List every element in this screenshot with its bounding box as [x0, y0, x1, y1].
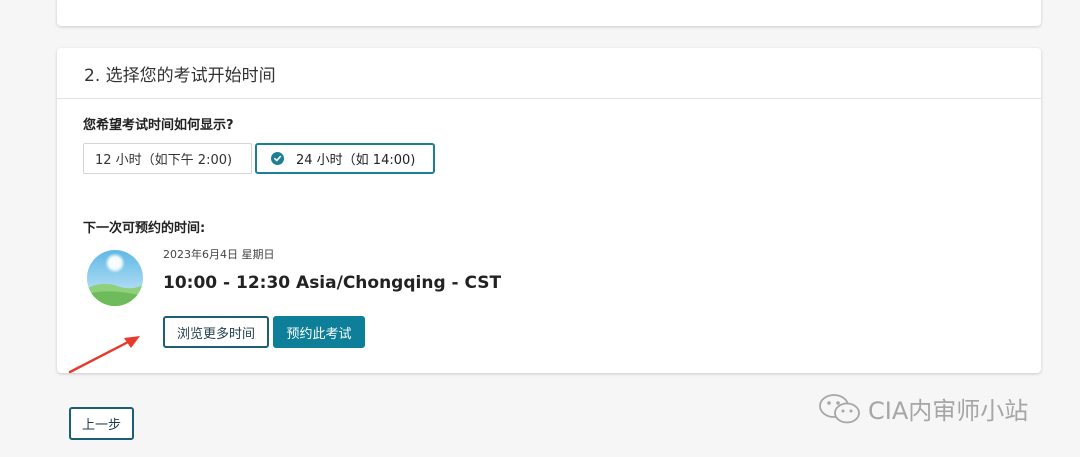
time-format-24h-label: 24 小时（如 14:00)	[296, 153, 416, 168]
previous-step-button[interactable]: 上一步	[69, 407, 134, 440]
slot-time: 10:00 - 12:30 Asia/Chongqing - CST	[163, 273, 502, 293]
sky-landscape-icon	[87, 250, 143, 306]
section-header: 2. 选择您的考试开始时间	[57, 48, 1041, 99]
check-circle-icon	[271, 152, 284, 165]
time-format-12h-label: 12 小时（如下午 2:00)	[95, 153, 233, 168]
time-format-question: 您希望考试时间如何显示?	[83, 118, 234, 133]
next-available-label: 下一次可预约的时间:	[83, 221, 206, 236]
book-exam-button[interactable]: 预约此考试	[273, 316, 365, 348]
watermark-text: CIA内审师小站	[868, 397, 1029, 425]
browse-more-times-button[interactable]: 浏览更多时间	[163, 316, 269, 348]
time-format-12h-option[interactable]: 12 小时（如下午 2:00)	[83, 143, 252, 174]
section-title: 2. 选择您的考试开始时间	[84, 65, 276, 86]
start-time-section: 2. 选择您的考试开始时间 您希望考试时间如何显示? 12 小时（如下午 2:0…	[57, 48, 1041, 373]
time-format-24h-option[interactable]: 24 小时（如 14:00)	[255, 143, 435, 174]
slot-date: 2023年6月4日 星期日	[163, 248, 275, 261]
watermark: CIA内审师小站	[818, 391, 1028, 426]
previous-section-card	[57, 0, 1041, 26]
wechat-icon	[819, 393, 860, 423]
red-arrow-icon	[68, 336, 140, 374]
